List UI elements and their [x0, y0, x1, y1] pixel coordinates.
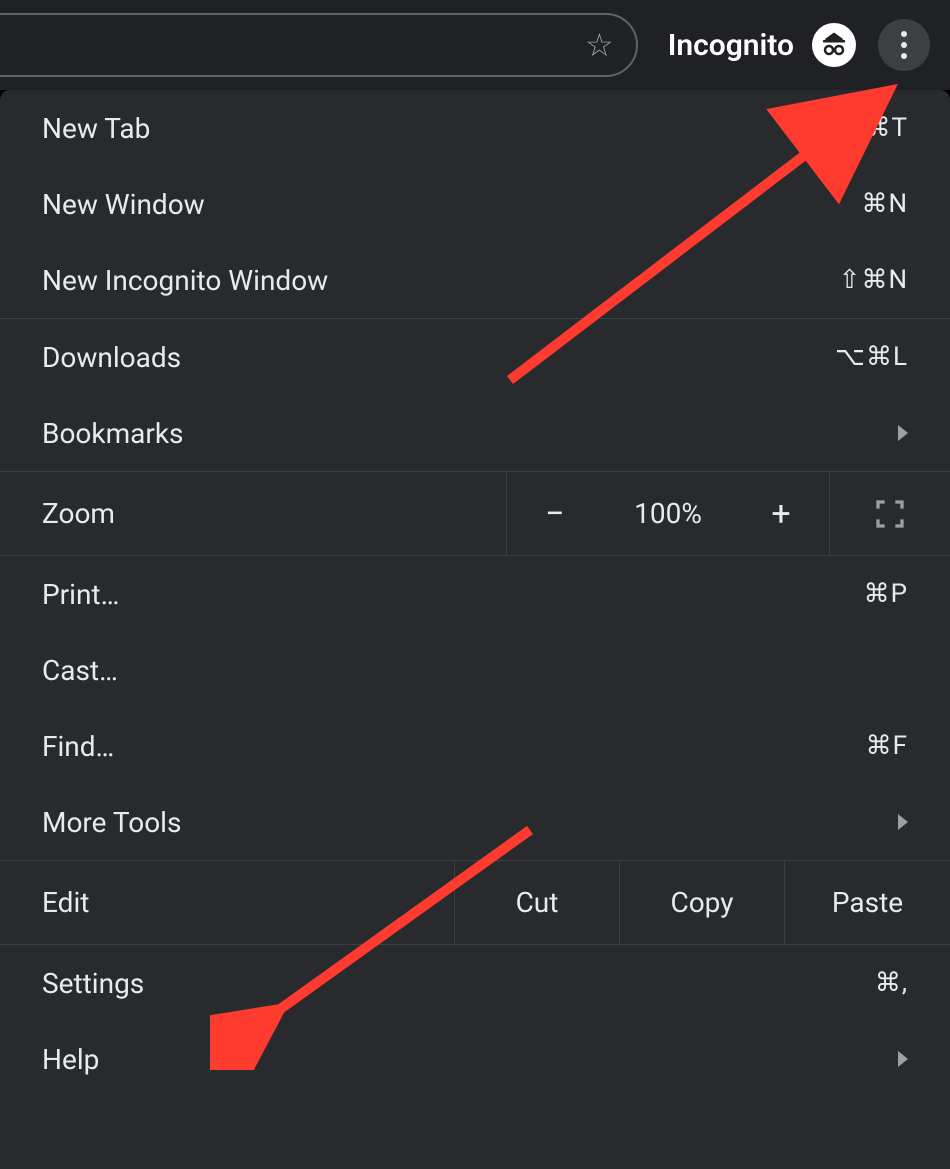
chrome-menu: New Tab ⌘T New Window ⌘N New Incognito W… [0, 90, 950, 1169]
menu-item-shortcut: ⌘, [875, 968, 908, 998]
zoom-controls: − 100% + [507, 472, 830, 555]
browser-topbar: ☆ Incognito [0, 0, 950, 90]
menu-item-label: Print… [42, 578, 119, 611]
menu-edit-row: Edit Cut Copy Paste [0, 861, 950, 945]
menu-bookmarks[interactable]: Bookmarks [0, 395, 950, 471]
menu-find[interactable]: Find… ⌘F [0, 708, 950, 784]
edit-copy-button[interactable]: Copy [620, 861, 785, 944]
menu-print[interactable]: Print… ⌘P [0, 556, 950, 632]
menu-downloads[interactable]: Downloads ⌥⌘L [0, 319, 950, 395]
menu-item-shortcut: ⇧⌘N [839, 265, 908, 295]
zoom-out-button[interactable]: − [507, 472, 603, 555]
menu-cast[interactable]: Cast… [0, 632, 950, 708]
menu-item-label: Help [42, 1043, 99, 1076]
address-bar[interactable]: ☆ [0, 13, 638, 77]
menu-item-label: Downloads [42, 341, 181, 374]
menu-item-label: Cast… [42, 654, 118, 687]
chevron-right-icon [898, 814, 908, 830]
zoom-value: 100% [603, 472, 733, 555]
menu-item-label: New Incognito Window [42, 264, 328, 297]
menu-new-incognito-window[interactable]: New Incognito Window ⇧⌘N [0, 242, 950, 318]
incognito-label: Incognito [668, 28, 794, 63]
menu-group-windows: New Tab ⌘T New Window ⌘N New Incognito W… [0, 90, 950, 319]
menu-edit-label: Edit [0, 861, 455, 944]
bookmark-star-icon[interactable]: ☆ [585, 26, 614, 64]
menu-group-settings: Settings ⌘, Help [0, 945, 950, 1097]
menu-item-label: More Tools [42, 806, 181, 839]
menu-new-window[interactable]: New Window ⌘N [0, 166, 950, 242]
menu-item-label: Bookmarks [42, 417, 184, 450]
menu-item-shortcut: ⌘P [864, 579, 908, 609]
fullscreen-button[interactable] [830, 472, 950, 555]
menu-item-label: Settings [42, 967, 144, 1000]
menu-zoom-row: Zoom − 100% + [0, 472, 950, 556]
menu-help[interactable]: Help [0, 1021, 950, 1097]
menu-group-library: Downloads ⌥⌘L Bookmarks [0, 319, 950, 472]
menu-group-tools: Print… ⌘P Cast… Find… ⌘F More Tools [0, 556, 950, 861]
menu-item-label: New Window [42, 188, 205, 221]
incognito-icon[interactable] [812, 23, 856, 67]
chevron-right-icon [898, 1051, 908, 1067]
menu-item-label: New Tab [42, 112, 150, 145]
menu-settings[interactable]: Settings ⌘, [0, 945, 950, 1021]
menu-zoom-label: Zoom [0, 472, 507, 555]
menu-item-label: Find… [42, 730, 114, 763]
more-menu-button[interactable] [878, 19, 930, 71]
menu-item-shortcut: ⌘N [861, 189, 908, 219]
chevron-right-icon [898, 425, 908, 441]
zoom-in-button[interactable]: + [733, 472, 829, 555]
menu-more-tools[interactable]: More Tools [0, 784, 950, 860]
edit-cut-button[interactable]: Cut [455, 861, 620, 944]
menu-item-shortcut: ⌘F [866, 731, 908, 761]
menu-item-shortcut: ⌥⌘L [835, 342, 908, 372]
menu-item-shortcut: ⌘T [864, 113, 908, 143]
edit-paste-button[interactable]: Paste [785, 861, 950, 944]
menu-new-tab[interactable]: New Tab ⌘T [0, 90, 950, 166]
